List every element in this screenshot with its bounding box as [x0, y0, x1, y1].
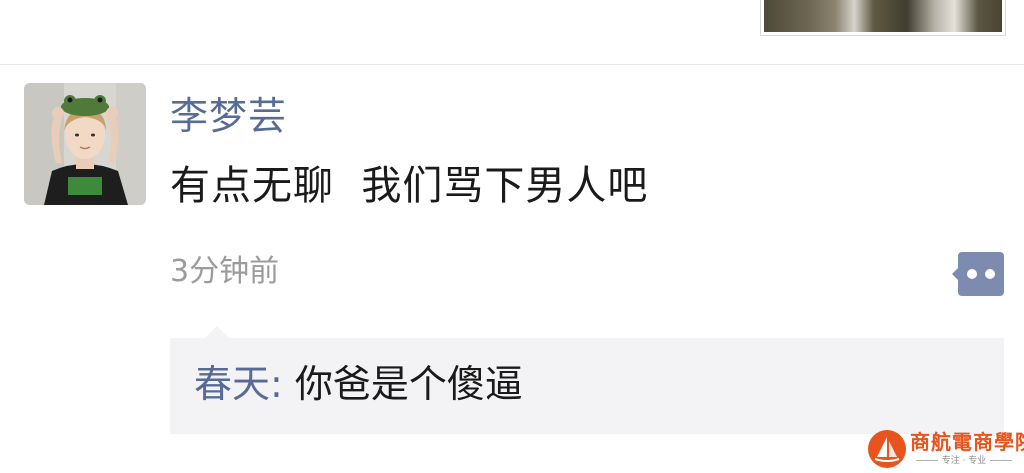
comment-area: 春天: 你爸是个傻逼	[170, 338, 1004, 434]
watermark-subtitle: 专注 · 专业	[910, 455, 1018, 467]
watermark-logo: 商航電商學院 专注 · 专业	[868, 430, 1024, 470]
post-divider	[0, 64, 1024, 65]
avatar[interactable]	[24, 83, 146, 205]
post-text: 有点无聊 我们骂下男人吧	[170, 163, 649, 209]
two-dots-icon	[958, 252, 1004, 296]
comment-author[interactable]: 春天	[194, 362, 270, 406]
dot-icon	[967, 269, 977, 279]
comment-text: 你爸是个傻逼	[294, 362, 523, 406]
more-actions-button[interactable]	[952, 252, 1004, 296]
post-timestamp: 3分钟前	[170, 254, 280, 289]
comment-item[interactable]: 春天: 你爸是个傻逼	[194, 358, 523, 410]
dot-icon	[985, 269, 995, 279]
moments-feed: 李梦芸 有点无聊 我们骂下男人吧 3分钟前 春天: 你爸是个傻逼 商航電商學院 …	[0, 0, 1024, 473]
photo-thumbnail	[764, 0, 1002, 32]
poster-name[interactable]: 李梦芸	[170, 90, 287, 142]
watermark-title: 商航電商學院	[910, 430, 1024, 454]
comment-separator: :	[270, 362, 295, 406]
previous-post-image[interactable]	[760, 0, 1006, 36]
watermark-subtitle-text: 专注 · 专业	[941, 456, 987, 466]
sailboat-logo-icon	[868, 430, 906, 468]
user-avatar-photo	[24, 83, 146, 205]
comment-area-caret	[205, 326, 229, 338]
